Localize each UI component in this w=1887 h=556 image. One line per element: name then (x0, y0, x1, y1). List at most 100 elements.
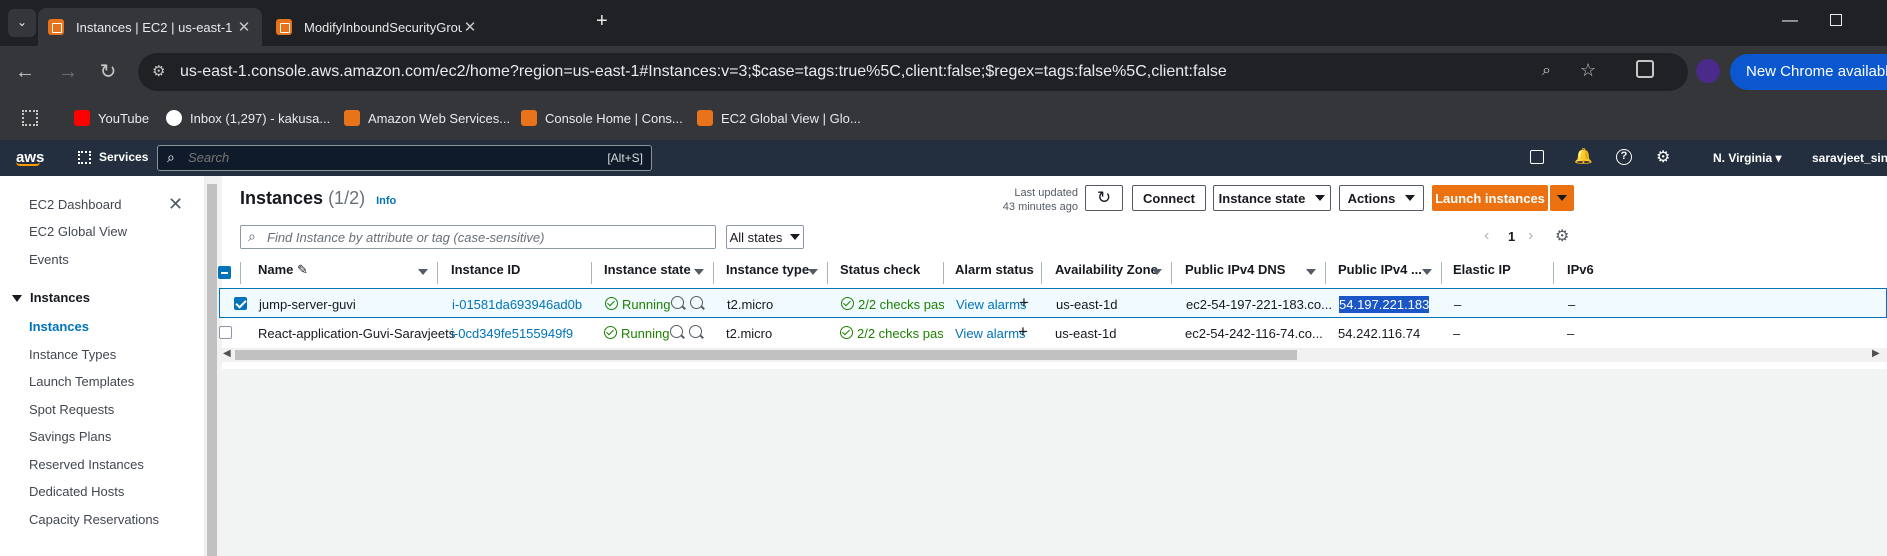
launch-instances-button[interactable]: Launch instances (1432, 185, 1548, 211)
sidebar-item-dedicated-hosts[interactable]: Dedicated Hosts (29, 484, 124, 499)
search-input[interactable] (188, 150, 588, 165)
zoom-in-icon[interactable] (670, 325, 683, 338)
bookmark-inbox[interactable]: Inbox (1,297) - kakusa... (166, 110, 330, 126)
page-number[interactable]: 1 (1508, 229, 1515, 244)
refresh-button[interactable]: ↻ (1085, 185, 1123, 211)
table-horizontal-scrollbar[interactable]: ◀ ▶ (219, 348, 1887, 362)
services-menu[interactable]: Services (78, 150, 148, 164)
connect-button[interactable]: Connect (1132, 185, 1206, 211)
sidebar-item-ec2-dashboard[interactable]: EC2 Dashboard (29, 197, 122, 212)
sidebar-section-instances[interactable]: Instances (12, 290, 90, 305)
bookmark-ec2-global[interactable]: EC2 Global View | Glo... (697, 110, 861, 126)
close-icon[interactable]: ✕ (168, 194, 183, 215)
new-tab-button[interactable]: + (596, 10, 608, 33)
states-filter-select[interactable]: All states (726, 225, 804, 249)
restore-button[interactable] (1830, 14, 1842, 26)
running-status-icon (605, 297, 618, 310)
star-icon[interactable]: ☆ (1580, 60, 1596, 81)
select-all-checkbox[interactable] (218, 266, 231, 279)
cloudshell-icon[interactable] (1530, 150, 1544, 164)
bookmark-console-home[interactable]: Console Home | Cons... (521, 110, 683, 126)
chevron-right-icon[interactable]: › (1528, 227, 1533, 245)
scrollbar-thumb[interactable] (235, 350, 1297, 360)
reload-button[interactable]: ↻ (95, 59, 121, 85)
sidebar-item-ec2-global-view[interactable]: EC2 Global View (29, 224, 127, 239)
aws-icon (276, 19, 292, 35)
sidebar-item-events[interactable]: Events (29, 252, 69, 267)
table-row[interactable]: React-application-Guvi-Saravjeets i-0cd3… (219, 318, 1887, 348)
row-checkbox[interactable] (219, 326, 232, 339)
zoom-in-icon[interactable] (671, 296, 684, 309)
sidebar-item-instances[interactable]: Instances (29, 319, 89, 334)
add-alarm-icon[interactable]: + (1018, 322, 1028, 342)
column-header-elastic-ip[interactable]: Elastic IP (1453, 262, 1511, 284)
launch-instances-dropdown[interactable] (1550, 185, 1574, 211)
tab-modify-inbound[interactable]: ModifyInboundSecurityGroupRule ✕ (266, 8, 488, 46)
search-bar[interactable]: ⌕ [Alt+S] (157, 145, 652, 171)
column-header-instance-id[interactable]: Instance ID (451, 262, 520, 284)
table-row[interactable]: jump-server-guvi i-01581da693946ad0b Run… (219, 288, 1887, 318)
row-checkbox[interactable] (234, 297, 247, 310)
column-header-public-dns[interactable]: Public IPv4 DNS (1185, 262, 1285, 284)
sidebar-item-launch-templates[interactable]: Launch Templates (29, 374, 134, 389)
sidebar-item-capacity-reservations[interactable]: Capacity Reservations (29, 512, 159, 527)
settings-gear-icon[interactable]: ⚙ (1555, 226, 1569, 246)
status-check: 2/2 checks passec (857, 326, 943, 341)
sidebar-item-reserved-instances[interactable]: Reserved Instances (29, 457, 144, 472)
filter-input[interactable]: ⌕ Find Instance by attribute or tag (cas… (240, 225, 716, 249)
bookmark-youtube[interactable]: YouTube (74, 110, 149, 126)
minimize-button[interactable]: — (1782, 12, 1798, 30)
back-button[interactable]: ← (12, 59, 38, 85)
instance-state: Running (621, 326, 670, 341)
new-chrome-available-button[interactable]: New Chrome available (1730, 54, 1887, 90)
help-icon[interactable]: ? (1616, 149, 1632, 165)
apps-icon[interactable] (22, 110, 38, 126)
avatar[interactable] (1696, 59, 1720, 83)
instance-state-button[interactable]: Instance state (1213, 185, 1331, 211)
scroll-left-icon[interactable]: ◀ (223, 348, 231, 359)
sidebar-item-savings-plans[interactable]: Savings Plans (29, 429, 111, 444)
caret-down-icon (1405, 195, 1416, 201)
add-alarm-icon[interactable]: + (1019, 293, 1029, 313)
bell-icon[interactable]: 🔔 (1574, 147, 1593, 165)
address-bar[interactable]: ⚙ us-east-1.console.aws.amazon.com/ec2/h… (138, 53, 1688, 91)
bookmark-aws[interactable]: Amazon Web Services... (344, 110, 510, 126)
column-header-public-ipv4[interactable]: Public IPv4 ... (1338, 262, 1422, 284)
extensions-icon[interactable] (1636, 60, 1654, 78)
sidebar-scrollbar[interactable] (205, 176, 219, 556)
instance-id-link[interactable]: i-01581da693946ad0b (452, 297, 582, 312)
region-selector[interactable]: N. Virginia ▾ (1713, 151, 1782, 165)
close-icon[interactable]: ✕ (236, 18, 252, 36)
instance-id-link[interactable]: i-0cd349fe5155949f9 (451, 326, 573, 341)
search-icon: ⌕ (167, 149, 175, 165)
column-header-instance-type[interactable]: Instance type (726, 262, 809, 284)
aws-logo[interactable]: aws (16, 149, 44, 166)
close-icon[interactable]: ✕ (462, 18, 478, 36)
zoom-out-icon[interactable] (690, 296, 703, 309)
sidebar-item-spot-requests[interactable]: Spot Requests (29, 402, 114, 417)
user-menu[interactable]: saravjeet_singh (1812, 151, 1887, 165)
view-alarms-link[interactable]: View alarms (956, 297, 1027, 312)
column-header-name[interactable]: Name ✎ (258, 262, 308, 284)
tab-search-button[interactable]: ⌄ (8, 9, 36, 37)
zoom-out-icon[interactable] (689, 325, 702, 338)
info-link[interactable]: Info (376, 195, 396, 207)
column-header-instance-state[interactable]: Instance state (604, 262, 691, 284)
column-header-alarm-status[interactable]: Alarm status (955, 262, 1034, 284)
instance-state: Running (622, 297, 671, 312)
scroll-right-icon[interactable]: ▶ (1872, 348, 1880, 359)
chevron-left-icon[interactable]: ‹ (1484, 227, 1489, 245)
column-header-availability-zone[interactable]: Availability Zone (1055, 262, 1158, 284)
gear-icon[interactable]: ⚙ (1656, 147, 1670, 167)
view-alarms-link[interactable]: View alarms (955, 326, 1026, 341)
column-header-ipv6[interactable]: IPv6 (1567, 262, 1594, 284)
ipv6: – (1567, 326, 1575, 341)
sidebar-item-instance-types[interactable]: Instance Types (29, 347, 116, 362)
public-ipv4: 54.242.116.74 (1338, 326, 1421, 341)
column-header-status-check[interactable]: Status check (840, 262, 920, 284)
tab-instances[interactable]: Instances | EC2 | us-east-1 ✕ (38, 8, 262, 46)
zoom-icon[interactable]: ⌕ (1542, 62, 1551, 80)
actions-button[interactable]: Actions (1339, 185, 1424, 211)
forward-button[interactable]: → (55, 59, 81, 85)
site-info-icon[interactable]: ⚙ (152, 62, 165, 80)
